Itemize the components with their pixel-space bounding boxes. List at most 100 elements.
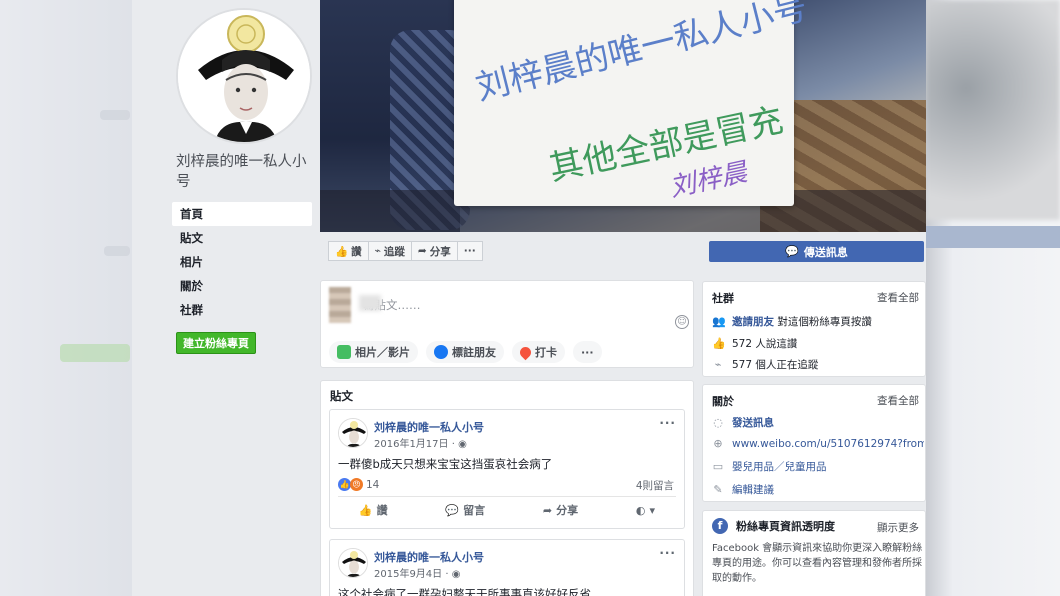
sidebar-item-photos[interactable]: 相片 [172,250,312,274]
post-author[interactable]: 刘梓晨的唯一私人小号 [374,419,484,435]
like-page-button[interactable]: 👍 讚 [328,241,369,261]
messenger-icon: ◌ [713,416,723,429]
posts-section: 貼文 刘梓晨的唯一私人小号 2016年1月17日 · ◉ ··· 一群傻b成天只… [320,380,694,596]
post-comment-label: 留言 [463,504,486,517]
page-title[interactable]: 刘梓晨的唯一私人小号 [176,152,316,192]
tag-friends-icon [434,345,448,359]
invite-friends-row: 👥 邀請朋友 對這個粉絲專頁按讚 [712,314,872,329]
community-card: 社群 查看全部 👥 邀請朋友 對這個粉絲專頁按讚 👍 572 人說這讚 ⌁ 57… [702,281,926,377]
post-composer: 寫貼文…… ☺ 相片／影片 標註朋友 打卡 ··· [320,280,694,368]
sidebar-nav: 首頁 貼文 相片 關於 社群 [172,202,312,322]
like-label: 讚 [351,245,362,258]
share-arrow-icon: ➦ [417,245,427,257]
facebook-page: 刘梓晨的唯一私人小号 首頁 貼文 相片 關於 社群 建立粉絲專頁 刘梓晨的唯一私… [132,0,926,596]
share-label: 分享 [429,245,451,258]
about-title: 關於 [712,395,734,408]
sidebar-item-about[interactable]: 關於 [172,274,312,298]
more-options-button[interactable]: ··· [457,241,483,261]
author-portrait-icon [339,419,367,447]
reaction-count: 14 [366,478,380,491]
post-author[interactable]: 刘梓晨的唯一私人小号 [374,549,484,565]
facebook-logo-icon: f [712,518,728,534]
post-avatar[interactable] [338,548,368,578]
check-in-button[interactable]: 打卡 [512,341,565,363]
reaction-summary[interactable]: 👍 😠 14 [338,478,379,491]
composer-buttons: 相片／影片 標註朋友 打卡 ··· [329,341,602,363]
globe-icon: ◉ [451,569,461,580]
profile-avatar[interactable] [176,8,312,144]
follows-row: ⌁ 577 個人正在追蹤 [712,357,819,372]
photo-video-button[interactable]: 相片／影片 [329,341,418,363]
comment-bubble-icon: 💬 [445,503,460,517]
category-row: ▭ 嬰兒用品／兒童用品 [712,459,827,474]
follow-label: 追蹤 [383,245,405,258]
post-avatar[interactable] [338,418,368,448]
comment-count-link[interactable]: 4則留言 [636,478,674,493]
blurred-margin-right [926,0,1060,596]
thumbs-up-icon: 👍 [712,337,726,350]
send-message-link[interactable]: 發送訊息 [732,415,774,430]
post-timestamp[interactable]: 2016年1月17日 · ◉ [374,435,467,450]
blur-ghost [60,344,130,362]
blurred-region [359,295,381,311]
post-timestamp[interactable]: 2015年9月4日 · ◉ [374,565,460,580]
about-see-all-link[interactable]: 查看全部 [877,393,919,408]
post-share-button[interactable]: ➦ 分享 [543,502,578,518]
post-as-selector[interactable]: ◐ ▾ [636,502,655,518]
composer-avatar [329,287,351,323]
post-share-label: 分享 [556,504,579,517]
photo-video-label: 相片／影片 [355,346,410,359]
invite-friends-text: 對這個粉絲專頁按讚 [777,316,872,328]
check-in-label: 打卡 [535,346,557,359]
more-label: ··· [463,245,476,257]
send-message-button[interactable]: 💬 傳送訊息 [709,241,924,262]
transparency-card: f 粉絲專頁資訊透明度 顯示更多 Facebook 會顯示資訊來協助你更深入瞭解… [702,510,926,596]
rss-icon: ⌁ [374,245,381,257]
send-message-label: 傳送訊息 [803,245,848,259]
blur-ghost [104,246,130,256]
follow-button[interactable]: ⌁ 追蹤 [368,241,412,261]
tag-friends-label: 標註朋友 [452,346,496,359]
post-options-button[interactable]: ··· [659,546,676,560]
messenger-icon: 💬 [785,245,799,258]
follows-count: 577 個人正在追蹤 [732,359,819,371]
category-link[interactable]: 嬰兒用品／兒童用品 [732,459,827,474]
sidebar-item-home[interactable]: 首頁 [172,202,312,226]
about-card: 關於 查看全部 ◌ 發送訊息 ⊕ www.weibo.com/u/5107612… [702,384,926,502]
suggest-edit-row: ✎ 編輯建議 [712,482,774,497]
tag-friends-button[interactable]: 標註朋友 [426,341,504,363]
transparency-see-more-link[interactable]: 顯示更多 [877,520,919,535]
create-page-button[interactable]: 建立粉絲專頁 [176,332,256,354]
share-button[interactable]: ➦ 分享 [411,241,458,261]
blur-ghost [926,226,1060,248]
transparency-title: 粉絲專頁資訊透明度 [736,520,835,533]
thumbs-up-icon: 👍 [335,245,349,258]
sign-line-2: 其他全部是冒充 [545,100,787,189]
post-options-button[interactable]: ··· [659,416,676,430]
invite-friends-link[interactable]: 邀請朋友 [732,316,774,328]
page-action-bar: 👍 讚 ⌁ 追蹤 ➦ 分享 ··· [328,241,483,261]
post-like-label: 讚 [376,504,388,517]
post-comment-button[interactable]: 💬 留言 [445,502,485,518]
category-icon: ▭ [712,460,724,473]
angry-reaction-icon: 😠 [350,478,363,491]
location-pin-icon [517,344,534,360]
post-text: 这个社会病了一群孕妇整天干所事事直该好好反省 [338,587,591,596]
blur-ghost [926,0,1060,220]
emoji-icon[interactable]: ☺ [675,315,689,329]
community-see-all-link[interactable]: 查看全部 [877,290,919,305]
blur-ghost [100,110,130,120]
author-portrait-icon [339,549,367,577]
post-card: 刘梓晨的唯一私人小号 2015年9月4日 · ◉ ··· 这个社会病了一群孕妇整… [329,539,685,596]
cover-photo[interactable]: 刘梓晨的唯一私人小号 其他全部是冒充 刘梓晨 [320,0,926,232]
handwritten-sign: 刘梓晨的唯一私人小号 其他全部是冒充 刘梓晨 [454,0,812,206]
post-like-button[interactable]: 👍 讚 [359,502,388,518]
chevron-down-icon: ▾ [649,503,656,517]
sidebar-item-posts[interactable]: 貼文 [172,226,312,250]
composer-more-button[interactable]: ··· [573,341,602,363]
website-link[interactable]: www.weibo.com/u/5107612974?from=m [732,438,924,450]
invite-friends-icon: 👥 [712,315,726,328]
suggest-edit-link[interactable]: 編輯建議 [732,482,774,497]
sidebar-item-community[interactable]: 社群 [172,298,312,322]
website-row: ⊕ www.weibo.com/u/5107612974?from=m [712,437,924,450]
